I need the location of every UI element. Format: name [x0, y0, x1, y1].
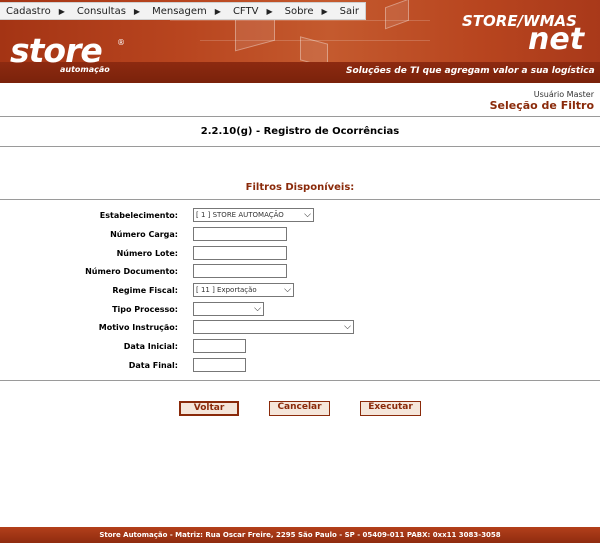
divider [0, 116, 600, 117]
menu-item-sobre[interactable]: Sobre ▶ [279, 3, 334, 19]
filters-title: Filtros Disponíveis: [245, 182, 355, 193]
data-inicial-label: Data Inicial: [123, 342, 178, 351]
chevron-down-icon: ⌵ [254, 304, 261, 314]
estabelecimento-value: [ 1 ] STORE AUTOMAÇÃO [196, 211, 284, 219]
tipo-processo-label: Tipo Processo: [112, 305, 178, 314]
logo-subtitle: automação [60, 65, 110, 74]
menu-item-label: Mensagem [152, 5, 207, 17]
voltar-button[interactable]: Voltar [179, 401, 239, 416]
chevron-down-icon: ⌵ [344, 322, 351, 332]
data-inicial-input[interactable] [193, 339, 246, 353]
numero-lote-label: Número Lote: [116, 249, 178, 258]
footer: Store Automação - Matriz: Rua Oscar Frei… [0, 527, 600, 543]
data-final-label: Data Final: [128, 361, 178, 370]
menu-item-label: Sair [339, 5, 359, 17]
top-banner: Cadastro ▶ Consultas ▶ Mensagem ▶ CFTV ▶… [0, 0, 600, 83]
divider [0, 380, 600, 381]
motivo-instrucao-label: Motivo Instrução: [98, 323, 178, 332]
store-logo: store [10, 31, 103, 70]
logo-registered-mark: ® [117, 38, 125, 47]
numero-carga-input[interactable] [193, 227, 287, 241]
regime-fiscal-label: Regime Fiscal: [112, 286, 178, 295]
caret-right-icon: ▶ [58, 6, 65, 16]
caret-right-icon: ▶ [321, 6, 328, 16]
divider [0, 199, 600, 200]
numero-documento-input[interactable] [193, 264, 287, 278]
menu-item-consultas[interactable]: Consultas ▶ [71, 3, 146, 19]
menu-item-label: CFTV [232, 5, 259, 17]
menu-item-sair[interactable]: Sair [334, 3, 365, 19]
menu-item-cadastro[interactable]: Cadastro ▶ [0, 3, 71, 19]
data-final-input[interactable] [193, 358, 246, 372]
executar-button[interactable]: Executar [360, 401, 421, 416]
menu-item-label: Consultas [76, 5, 126, 17]
caret-right-icon: ▶ [266, 6, 273, 16]
page-heading: Seleção de Filtro [489, 99, 594, 112]
chevron-down-icon: ⌵ [304, 210, 311, 220]
main-menu: Cadastro ▶ Consultas ▶ Mensagem ▶ CFTV ▶… [0, 2, 366, 20]
menu-item-label: Sobre [284, 5, 314, 17]
logged-user: Usuário Master [533, 90, 594, 99]
brand-net: net [528, 22, 585, 57]
numero-carga-label: Número Carga: [110, 230, 178, 239]
motivo-instrucao-select[interactable]: ⌵ [193, 320, 354, 334]
cancelar-button[interactable]: Cancelar [269, 401, 330, 416]
estabelecimento-select[interactable]: [ 1 ] STORE AUTOMAÇÃO ⌵ [193, 208, 314, 222]
numero-documento-label: Número Documento: [85, 267, 178, 276]
menu-item-mensagem[interactable]: Mensagem ▶ [146, 3, 227, 19]
estabelecimento-label: Estabelecimento: [99, 211, 178, 220]
divider [0, 146, 600, 147]
caret-right-icon: ▶ [133, 6, 141, 16]
regime-fiscal-value: [ 11 ] Exportação [196, 286, 257, 294]
banner-cube-decor [385, 0, 409, 30]
caret-right-icon: ▶ [214, 6, 221, 16]
page-title: 2.2.10(g) - Registro de Ocorrências [200, 126, 400, 137]
menu-item-cftv[interactable]: CFTV ▶ [227, 3, 279, 19]
banner-tagline: Soluções de TI que agregam valor a sua l… [346, 66, 595, 76]
regime-fiscal-select[interactable]: [ 11 ] Exportação ⌵ [193, 283, 294, 297]
menu-item-label: Cadastro [6, 5, 51, 17]
numero-lote-input[interactable] [193, 246, 287, 260]
tipo-processo-select[interactable]: ⌵ [193, 302, 264, 316]
chevron-down-icon: ⌵ [284, 285, 291, 295]
